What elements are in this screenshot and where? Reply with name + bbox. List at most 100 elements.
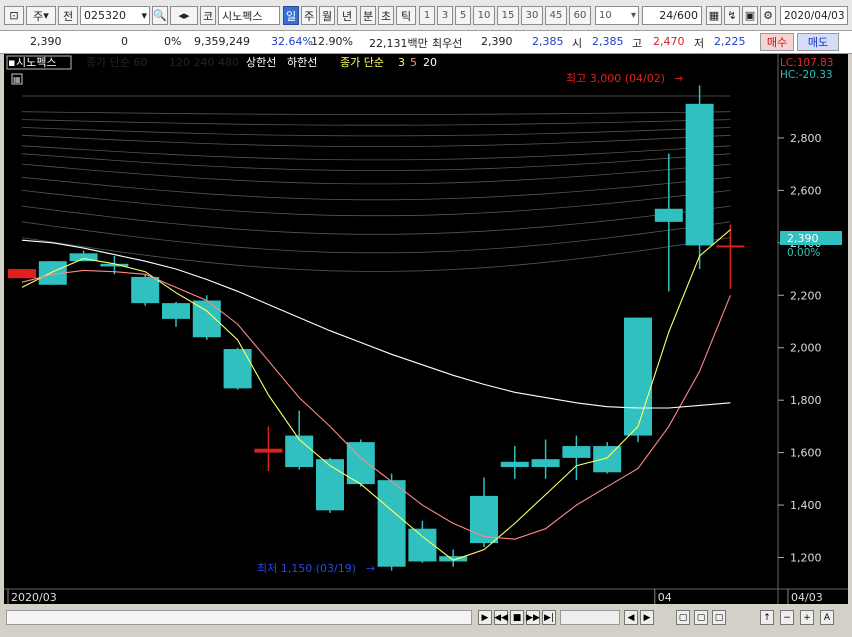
legend-ma20[interactable]: 20	[423, 56, 437, 69]
x-tick-label: 04	[658, 591, 672, 604]
candle-body	[408, 528, 437, 562]
candle-body	[377, 480, 406, 567]
candle-body	[624, 317, 652, 436]
zoom-out-icon[interactable]: ◀	[624, 610, 638, 625]
candle-body	[162, 303, 190, 319]
band-lines	[21, 95, 731, 272]
candle-body	[8, 269, 36, 279]
price-change: 0	[121, 35, 128, 48]
date-field[interactable]: 2020/04/03	[780, 6, 848, 25]
sell-button[interactable]: 매도	[797, 33, 839, 51]
stop-icon[interactable]: ■	[510, 610, 524, 625]
band-line	[21, 176, 731, 201]
y-tick-label: 2,800	[790, 132, 822, 145]
interval-30[interactable]: 30	[521, 6, 543, 25]
scroll-left-icon[interactable]: ▶	[478, 610, 492, 625]
band-line	[21, 111, 731, 115]
interval-3[interactable]: 3	[437, 6, 453, 25]
buy-button[interactable]: 매수	[760, 33, 794, 51]
interval-15[interactable]: 15	[497, 6, 519, 25]
market-select[interactable]: 주 ▾	[26, 6, 56, 25]
market-label: 주	[33, 9, 44, 23]
zoom-slider[interactable]	[560, 610, 620, 625]
minus-icon[interactable]: −	[780, 610, 794, 625]
period-minute[interactable]: 분	[360, 6, 376, 25]
low-annotation: 최저 1,150 (03/19)	[257, 562, 356, 575]
candle-body	[685, 103, 714, 246]
plus-icon[interactable]: +	[800, 610, 814, 625]
candle-body	[131, 276, 160, 304]
scroll-end-icon[interactable]: ▶|	[542, 610, 556, 625]
code-value: 025320	[84, 9, 126, 22]
price-badge-pct: 0.00%	[787, 247, 820, 259]
legend-ma5[interactable]: 5	[410, 56, 417, 69]
interval-1[interactable]: 1	[419, 6, 435, 25]
toggle-b-icon[interactable]: ▢	[694, 610, 708, 625]
legend-name: 시노펙스	[16, 56, 56, 69]
candle-body	[654, 208, 683, 222]
x-axis: 2020/03 04 04/03	[7, 589, 823, 604]
font-size-icon[interactable]: A	[820, 610, 834, 625]
search-icon[interactable]: 🔍	[152, 6, 168, 25]
candle-body	[562, 446, 591, 458]
chart-scrollbar[interactable]: ▶ ◀◀ ■ ▶▶ ▶| ◀ ▶ ▢ ▢ ▢ ↑ − + A	[0, 606, 852, 630]
legend-hidden-ma2: 120 240 480	[169, 56, 239, 69]
x-tick-label: 2020/03	[11, 591, 57, 604]
interval-select[interactable]: 10 ▾	[595, 6, 639, 25]
best-buy: 2,385	[532, 35, 564, 48]
speaker-icon[interactable]: ◂▸	[170, 6, 198, 25]
candle-body	[531, 459, 560, 468]
candle-body	[192, 300, 221, 338]
x-tick-label: 04/03	[791, 591, 823, 604]
current-price: 2,390	[30, 35, 62, 48]
grid-icon[interactable]: ▦	[706, 6, 722, 25]
band-line	[21, 153, 731, 171]
period-tick[interactable]: 틱	[396, 6, 416, 25]
interval-10[interactable]: 10	[473, 6, 495, 25]
count-field[interactable]: 24/600	[642, 6, 702, 25]
high-label: 고	[632, 37, 643, 50]
arrow-up-icon[interactable]: ↑	[760, 610, 774, 625]
scroll-next-icon[interactable]: ▶▶	[526, 610, 540, 625]
code-input[interactable]: 025320 ▾	[80, 6, 150, 25]
toggle-c-icon[interactable]: ▢	[712, 610, 726, 625]
y-tick-label: 1,200	[790, 552, 822, 565]
legend-lower[interactable]: 하한선	[287, 55, 317, 69]
volume: 9,359,249	[194, 35, 250, 48]
zoom-in-icon[interactable]: ▶	[640, 610, 654, 625]
legend-ma-label: 종가 단순	[340, 56, 384, 69]
period-week[interactable]: 주	[301, 6, 317, 25]
scroll-prev-icon[interactable]: ◀◀	[494, 610, 508, 625]
stock-market-label[interactable]: 코	[200, 6, 216, 25]
legend-ma3[interactable]: 3	[398, 56, 405, 69]
interval-45[interactable]: 45	[545, 6, 567, 25]
all-button[interactable]: 전	[58, 6, 78, 25]
band-line	[21, 127, 731, 137]
price-chart[interactable]: 1,2001,4001,6001,8002,0002,2002,4002,600…	[4, 54, 848, 604]
count-value: 24	[659, 9, 674, 22]
gear-icon[interactable]: ⚙	[760, 6, 776, 25]
period-second[interactable]: 초	[378, 6, 394, 25]
period-day[interactable]: 일	[283, 6, 299, 25]
y-tick-label: 1,800	[790, 394, 822, 407]
open-label: 시	[572, 37, 583, 50]
legend-hidden-ma: 종가 단순 60	[86, 56, 147, 69]
save-icon[interactable]: ▣	[742, 6, 758, 25]
stock-name[interactable]: 시노펙스	[218, 6, 280, 25]
chevron-down-icon: ▾	[630, 10, 636, 21]
lc-value: LC:107.83	[780, 57, 833, 69]
scroll-track[interactable]	[6, 610, 472, 625]
hc-value: HC:-20.33	[780, 69, 833, 81]
y-tick-label: 1,600	[790, 447, 822, 460]
interval-60[interactable]: 60	[569, 6, 591, 25]
chart-tool-icon[interactable]: ↯	[724, 6, 740, 25]
legend-upper[interactable]: 상한선	[246, 56, 276, 69]
best-sell: 2,390	[481, 35, 513, 48]
chart-type-icon[interactable]: ⊡	[4, 6, 24, 25]
period-month[interactable]: 월	[319, 6, 335, 25]
toggle-a-icon[interactable]: ▢	[676, 610, 690, 625]
band-line	[21, 163, 731, 185]
interval-5[interactable]: 5	[455, 6, 471, 25]
period-year[interactable]: 년	[337, 6, 357, 25]
candle-body	[593, 446, 622, 473]
